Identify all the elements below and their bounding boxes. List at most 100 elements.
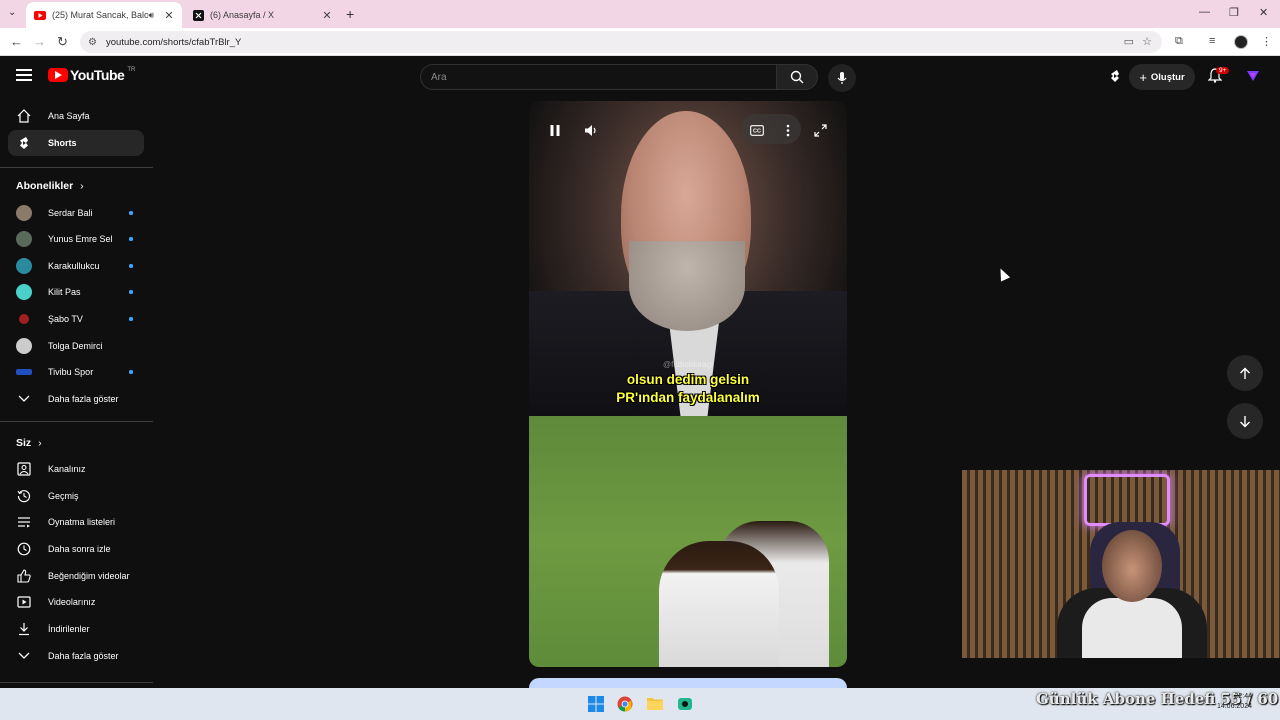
tab-search-icon[interactable]: ⌄: [8, 7, 16, 18]
sidebar-item-history[interactable]: Geçmiş: [8, 483, 144, 509]
heading-label: Abonelikler: [16, 180, 74, 192]
back-icon[interactable]: ←: [10, 34, 23, 49]
captions-button[interactable]: CC: [746, 119, 768, 141]
menu-icon[interactable]: [16, 69, 32, 81]
file-explorer-icon[interactable]: [647, 696, 663, 712]
channel-avatar: [19, 314, 29, 324]
shorts-video-player[interactable]: @futbolduragi olsun dedim gelsin PR'ında…: [529, 101, 847, 667]
minimize-icon[interactable]: —: [1199, 6, 1210, 18]
more-options-button[interactable]: [777, 119, 799, 141]
sidebar-item-subscription[interactable]: Serdar Bali: [8, 200, 144, 226]
sidebar-item-watch-later[interactable]: Daha sonra izle: [8, 536, 144, 562]
url-text: youtube.com/shorts/cfabTrBlr_Y: [106, 36, 242, 48]
heading-label: Siz: [16, 437, 32, 449]
pause-button[interactable]: [544, 119, 566, 141]
browser-tab-x[interactable]: (6) Anasayfa / X ✕: [184, 2, 340, 28]
sidebar-item-your-videos[interactable]: Videolarınız: [8, 589, 144, 615]
previous-short-button[interactable]: [1227, 355, 1263, 391]
notification-count-badge: 9+: [1216, 67, 1230, 74]
forward-icon[interactable]: →: [33, 34, 46, 49]
clock-icon: [16, 541, 32, 557]
you-heading[interactable]: Siz ›: [16, 437, 42, 449]
home-icon: [16, 108, 32, 124]
sidebar-item-label: Oynatma listeleri: [48, 517, 116, 527]
volume-button[interactable]: [580, 119, 602, 141]
playlist-icon: [16, 514, 32, 530]
sidebar-item-label: Daha fazla göster: [48, 394, 119, 404]
sidebar-item-subscription[interactable]: Kilit Pas: [8, 279, 144, 305]
microphone-icon: [837, 72, 847, 84]
restore-icon[interactable]: ❐: [1229, 6, 1239, 19]
windows-start-icon[interactable]: [588, 696, 604, 712]
divider: [0, 421, 153, 422]
svg-text:CC: CC: [753, 128, 761, 134]
chrome-icon[interactable]: [617, 696, 633, 712]
media-control-icon[interactable]: ≡: [1209, 35, 1215, 47]
browser-tab-youtube[interactable]: (25) Murat Sancak, Balotelli 🔊︎ ✕: [26, 2, 182, 28]
profile-avatar[interactable]: [1234, 35, 1248, 49]
sidebar-item-subscription[interactable]: Yunus Emre Sel: [8, 226, 144, 252]
chevron-right-icon: ›: [38, 437, 42, 449]
app-taskbar-icon[interactable]: [677, 696, 693, 712]
sidebar-item-subscription[interactable]: Tivibu Spor: [8, 359, 144, 385]
account-avatar[interactable]: [1246, 70, 1260, 85]
create-button[interactable]: + Oluştur: [1129, 64, 1195, 90]
new-content-dot: [129, 211, 133, 215]
mouse-cursor: [995, 266, 1011, 282]
cast-icon[interactable]: ▭: [1124, 35, 1134, 48]
new-content-dot: [129, 264, 133, 268]
sidebar-item-label: İndirilenler: [48, 624, 90, 634]
volume-icon: [585, 124, 596, 136]
new-content-dot: [129, 370, 133, 374]
voice-search-button[interactable]: [828, 64, 856, 92]
streamer-shirt: [1082, 598, 1182, 658]
clock-date: 14.06.2024: [1216, 703, 1252, 710]
site-info-icon[interactable]: ⚙︎: [88, 37, 102, 48]
sidebar-item-downloads[interactable]: İndirilenler: [8, 616, 144, 642]
channel-icon: [16, 461, 32, 477]
next-short-button[interactable]: [1227, 403, 1263, 439]
neon-sign: [1084, 474, 1170, 526]
sidebar-show-more-you[interactable]: Daha fazla göster: [8, 643, 144, 669]
bookmark-star-icon[interactable]: ☆: [1142, 35, 1152, 48]
shorts-upload-icon[interactable]: [1108, 69, 1122, 86]
sidebar-item-label: Tolga Demirci: [48, 341, 103, 351]
search-button[interactable]: [776, 64, 818, 90]
sidebar-item-liked-videos[interactable]: Beğendiğim videolar: [8, 563, 144, 589]
new-content-dot: [129, 237, 133, 241]
sidebar-show-more-subscriptions[interactable]: Daha fazla göster: [8, 386, 144, 412]
close-tab-icon[interactable]: ✕: [320, 9, 334, 22]
browser-menu-icon[interactable]: ⋮: [1261, 35, 1272, 48]
fullscreen-button[interactable]: [809, 119, 831, 141]
plus-icon: +: [1139, 69, 1147, 85]
new-tab-icon[interactable]: +: [346, 6, 354, 22]
sidebar-item-home[interactable]: Ana Sayfa: [8, 103, 144, 129]
sidebar-item-subscription[interactable]: Şabo TV: [8, 306, 144, 332]
sidebar-item-your-channel[interactable]: Kanalınız: [8, 456, 144, 482]
channel-avatar: [16, 369, 32, 375]
extensions-icon[interactable]: ⧉: [1175, 35, 1183, 48]
search-box: [420, 64, 777, 90]
sidebar-item-playlists[interactable]: Oynatma listeleri: [8, 509, 144, 535]
x-favicon-icon: [192, 9, 204, 21]
speaker-icon[interactable]: 🔊︎: [148, 10, 154, 21]
sidebar-item-shorts[interactable]: Shorts: [8, 130, 144, 156]
search-input[interactable]: [421, 65, 776, 89]
address-bar[interactable]: ⚙︎ youtube.com/shorts/cfabTrBlr_Y ☆ ▭: [80, 31, 1162, 53]
subscriptions-heading[interactable]: Abonelikler ›: [16, 180, 84, 192]
window-close-icon[interactable]: ✕: [1259, 6, 1268, 19]
browser-toolbar: ← → ↻ ⚙︎ youtube.com/shorts/cfabTrBlr_Y …: [0, 28, 1280, 56]
reload-icon[interactable]: ↻: [57, 34, 68, 50]
taskbar-clock[interactable]: 22:44 14.06.2024: [1212, 692, 1252, 712]
channel-avatar: [16, 205, 32, 221]
clock-time: 22:44: [1234, 693, 1252, 700]
youtube-header: YouTube TR + Oluştur 9+: [0, 57, 1280, 97]
sidebar-item-subscription[interactable]: Tolga Demirci: [8, 333, 144, 359]
sidebar-item-label: Şabo TV: [48, 314, 83, 324]
channel-avatar: [16, 231, 32, 247]
sidebar-item-subscription[interactable]: Karakullukcu: [8, 253, 144, 279]
close-tab-icon[interactable]: ✕: [162, 9, 176, 22]
shorts-icon: [16, 135, 32, 151]
youtube-logo[interactable]: YouTube TR: [48, 67, 135, 83]
channel-avatar: [16, 338, 32, 354]
